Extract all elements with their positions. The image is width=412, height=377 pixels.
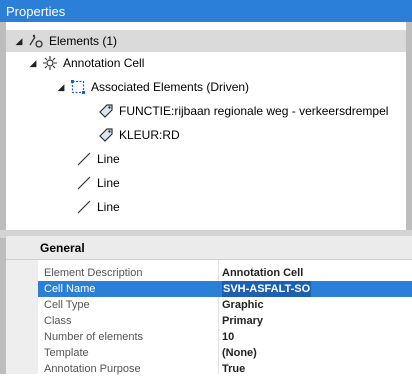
tree-item-label: Elements (1) [49,34,118,48]
property-value-input[interactable]: SVH-ASFALT-SO [222,281,312,297]
tree-item-tag[interactable]: KLEUR:RD [98,124,180,146]
tree-item-label: FUNCTIE:rijbaan regionale weg - verkeers… [119,104,389,118]
elements-icon [28,33,44,49]
property-name: Cell Name [44,283,96,295]
tree-item-label: Associated Elements (Driven) [91,80,250,94]
property-row[interactable]: Class Primary [38,313,412,329]
line-icon [76,151,92,167]
tree-item-label: Line [97,200,120,214]
property-name: Number of elements [44,331,144,343]
window-title: Properties [0,0,412,22]
tree-item-line[interactable]: Line [76,196,120,218]
line-icon [76,199,92,215]
tag-icon [98,103,114,119]
property-value: 10 [222,331,235,343]
property-row[interactable]: Element Description Annotation Cell [38,265,412,281]
property-row[interactable]: Template (None) [38,345,412,361]
tag-icon [98,127,114,143]
tree-item-label: Line [97,176,120,190]
tree-item-tag[interactable]: FUNCTIE:rijbaan regionale weg - verkeers… [98,100,388,122]
property-row-selected[interactable]: Cell Name SVH-ASFALT-SO [38,281,412,297]
associated-elements-icon [70,79,86,95]
tree-item-label: Line [97,152,120,166]
collapse-triangle-icon[interactable]: ◢ [14,36,24,47]
collapse-triangle-icon[interactable]: ◢ [28,58,38,69]
property-name: Element Description [44,267,143,279]
property-value: Graphic [222,299,264,311]
property-name: Annotation Purpose [44,363,141,375]
grid-gutter [6,260,38,374]
tree-item-line[interactable]: Line [76,148,120,170]
annotation-cell-icon [42,55,58,71]
property-value: Annotation Cell [222,267,304,279]
tree-item-associated-elements[interactable]: ◢ Associated Elements (Driven) [56,76,249,98]
property-name: Cell Type [44,299,90,311]
property-row[interactable]: Annotation Purpose True [38,361,412,377]
group-header-general[interactable]: General [6,236,412,260]
property-value: (None) [222,347,257,359]
property-value: True [222,363,246,375]
property-row[interactable]: Cell Type Graphic [38,297,412,313]
tree-item-label: KLEUR:RD [119,128,180,142]
property-row[interactable]: Number of elements 10 [38,329,412,345]
line-icon [76,175,92,191]
property-name: Template [44,347,89,359]
tree-item-label: Annotation Cell [63,56,145,70]
property-name: Class [44,315,72,327]
tree-item-line[interactable]: Line [76,172,120,194]
tree-item-annotation-cell[interactable]: ◢ Annotation Cell [28,52,144,74]
property-value: Primary [222,315,263,327]
tree-item-elements[interactable]: ◢ Elements (1) [6,30,406,52]
collapse-triangle-icon[interactable]: ◢ [56,82,66,93]
element-tree: ◢ Elements (1) ◢ Annotation Cell ◢ Assoc… [0,22,412,230]
